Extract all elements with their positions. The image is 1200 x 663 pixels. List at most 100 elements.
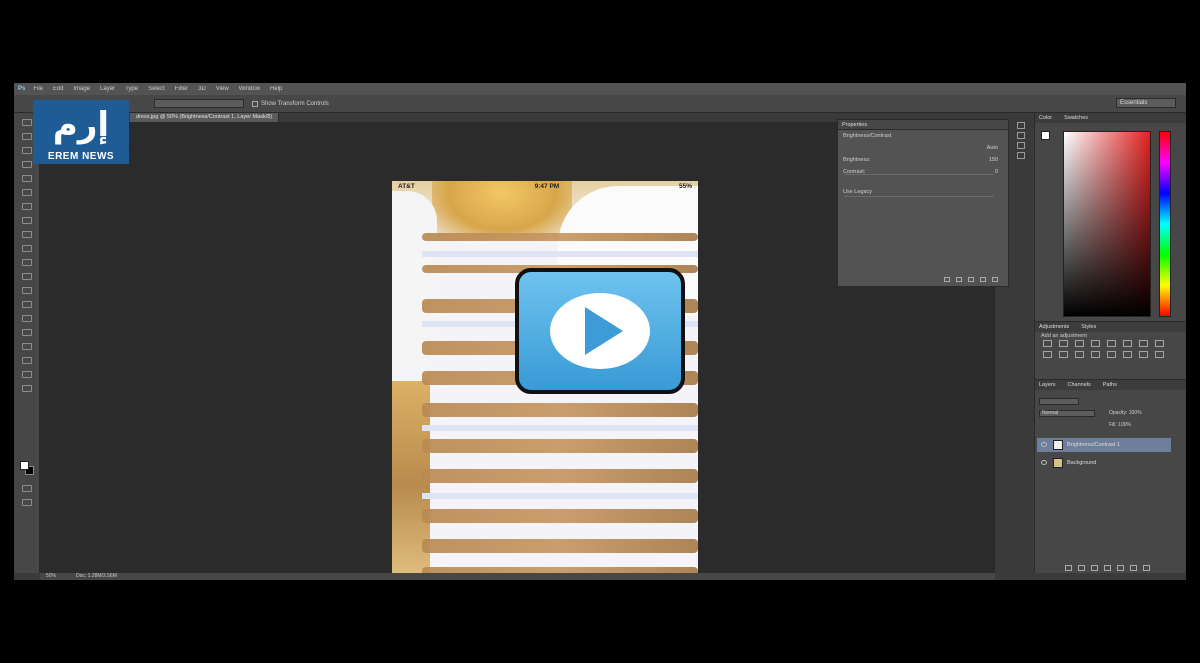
hue-slider[interactable] — [1159, 131, 1171, 317]
eye-icon[interactable] — [1041, 442, 1047, 447]
tab-paths[interactable]: Paths — [1103, 380, 1117, 390]
tab-channels[interactable]: Channels — [1068, 380, 1091, 390]
dress-band — [422, 469, 698, 483]
menu-filter[interactable]: Filter — [175, 86, 188, 92]
blend-mode-dropdown[interactable]: Normal — [1039, 410, 1095, 417]
color-lookup-adjust-icon[interactable] — [1075, 351, 1084, 358]
quick-mask-icon[interactable] — [22, 485, 32, 492]
invert-adjust-icon[interactable] — [1091, 351, 1100, 358]
trash-icon[interactable] — [992, 277, 998, 282]
blur-tool-icon[interactable] — [22, 287, 32, 294]
menu-layer[interactable]: Layer — [100, 86, 115, 92]
auto-button[interactable]: Auto — [987, 142, 998, 154]
threshold-adjust-icon[interactable] — [1123, 351, 1132, 358]
layer-row-background[interactable]: Background — [1037, 456, 1171, 470]
tab-color[interactable]: Color — [1039, 113, 1052, 123]
add-mask-icon[interactable] — [1091, 565, 1098, 571]
properties-panel-icon[interactable] — [1017, 132, 1025, 139]
reset-icon[interactable] — [968, 277, 974, 282]
brightness-adjust-icon[interactable] — [1043, 340, 1052, 347]
exposure-adjust-icon[interactable] — [1091, 340, 1100, 347]
hand-tool-icon[interactable] — [22, 371, 32, 378]
tab-styles[interactable]: Styles — [1081, 322, 1096, 332]
layer-filter-dropdown[interactable] — [1039, 398, 1079, 405]
menu-file[interactable]: File — [33, 86, 43, 92]
tab-adjustments[interactable]: Adjustments — [1039, 322, 1069, 332]
new-group-icon[interactable] — [1117, 565, 1124, 571]
zoom-level[interactable]: 50% — [46, 573, 56, 580]
menu-help[interactable]: Help — [270, 86, 282, 92]
menu-view[interactable]: View — [216, 86, 229, 92]
hue-saturation-adjust-icon[interactable] — [1123, 340, 1132, 347]
channel-mixer-adjust-icon[interactable] — [1059, 351, 1068, 358]
black-white-adjust-icon[interactable] — [1155, 340, 1164, 347]
menu-select[interactable]: Select — [148, 86, 165, 92]
selective-color-adjust-icon[interactable] — [1155, 351, 1164, 358]
properties-panel-title[interactable]: Properties — [838, 120, 1008, 130]
fill-field[interactable]: Fill: 100% — [1109, 422, 1131, 428]
trash-icon[interactable] — [1143, 565, 1150, 571]
brush-tool-icon[interactable] — [22, 217, 32, 224]
current-color-swatch[interactable] — [1041, 131, 1050, 140]
eraser-tool-icon[interactable] — [22, 259, 32, 266]
show-transform-controls-checkbox[interactable]: Show Transform Controls — [252, 100, 329, 107]
lasso-tool-icon[interactable] — [22, 147, 32, 154]
brush-panel-icon[interactable] — [1017, 152, 1025, 159]
eye-icon[interactable] — [1041, 460, 1047, 465]
visibility-icon[interactable] — [980, 277, 986, 282]
crop-tool-icon[interactable] — [22, 175, 32, 182]
foreground-color-swatch[interactable] — [20, 461, 29, 470]
path-selection-tool-icon[interactable] — [22, 343, 32, 350]
history-brush-tool-icon[interactable] — [22, 245, 32, 252]
ios-battery: 55% — [678, 182, 692, 190]
tab-swatches[interactable]: Swatches — [1064, 113, 1088, 123]
eyedropper-tool-icon[interactable] — [22, 189, 32, 196]
dress-stripe — [422, 425, 698, 431]
layer-style-icon[interactable] — [1078, 565, 1085, 571]
document-tab[interactable]: dress.jpg @ 50% (Brightness/Contrast 1, … — [130, 113, 280, 122]
workspace-switcher[interactable]: Essentials — [1116, 98, 1176, 108]
clip-to-layer-icon[interactable] — [944, 277, 950, 282]
video-play-button[interactable] — [515, 268, 685, 394]
menu-window[interactable]: Window — [239, 86, 260, 92]
contrast-value-field[interactable]: 0 — [995, 166, 998, 178]
new-layer-icon[interactable] — [1130, 565, 1137, 571]
healing-brush-tool-icon[interactable] — [22, 203, 32, 210]
gradient-tool-icon[interactable] — [22, 273, 32, 280]
auto-select-dropdown[interactable] — [154, 99, 244, 108]
clone-stamp-tool-icon[interactable] — [22, 231, 32, 238]
brightness-value-field[interactable]: 150 — [989, 154, 998, 166]
menu-edit[interactable]: Edit — [53, 86, 63, 92]
photo-filter-adjust-icon[interactable] — [1043, 351, 1052, 358]
color-picker-field[interactable] — [1063, 131, 1151, 317]
menu-3d[interactable]: 3D — [198, 86, 206, 92]
shape-tool-icon[interactable] — [22, 357, 32, 364]
view-previous-icon[interactable] — [956, 277, 962, 282]
menu-image[interactable]: Image — [73, 86, 90, 92]
quick-select-tool-icon[interactable] — [22, 161, 32, 168]
contrast-slider[interactable] — [844, 196, 994, 197]
info-panel-icon[interactable] — [1017, 142, 1025, 149]
marquee-tool-icon[interactable] — [22, 133, 32, 140]
opacity-field[interactable]: Opacity: 100% — [1109, 410, 1142, 416]
levels-adjust-icon[interactable] — [1059, 340, 1068, 347]
posterize-adjust-icon[interactable] — [1107, 351, 1116, 358]
link-layers-icon[interactable] — [1065, 565, 1072, 571]
brightness-slider[interactable] — [844, 174, 994, 175]
gradient-map-adjust-icon[interactable] — [1139, 351, 1148, 358]
color-balance-adjust-icon[interactable] — [1139, 340, 1148, 347]
new-adjustment-icon[interactable] — [1104, 565, 1111, 571]
menu-type[interactable]: Type — [125, 86, 138, 92]
history-panel-icon[interactable] — [1017, 122, 1025, 129]
vibrance-adjust-icon[interactable] — [1107, 340, 1116, 347]
dodge-tool-icon[interactable] — [22, 301, 32, 308]
pen-tool-icon[interactable] — [22, 315, 32, 322]
layer-row-adjustment[interactable]: Brightness/Contrast 1 — [1037, 438, 1171, 452]
tab-layers[interactable]: Layers — [1039, 380, 1056, 390]
zoom-tool-icon[interactable] — [22, 385, 32, 392]
screen-mode-icon[interactable] — [22, 499, 32, 506]
move-tool-icon[interactable] — [22, 119, 32, 126]
type-tool-icon[interactable] — [22, 329, 32, 336]
layer-thumbnail — [1053, 458, 1063, 468]
curves-adjust-icon[interactable] — [1075, 340, 1084, 347]
